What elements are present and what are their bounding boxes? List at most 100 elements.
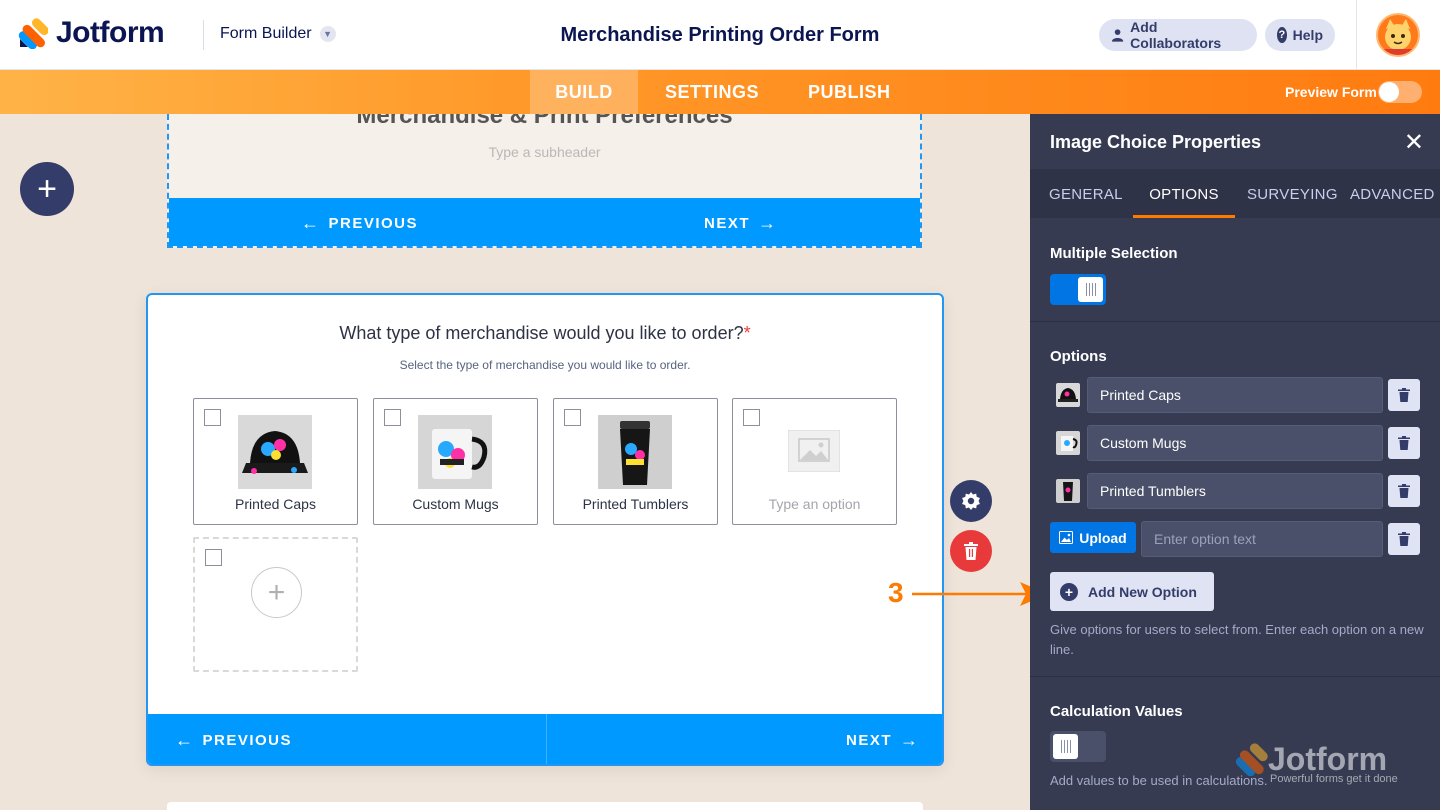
help-icon: ? [1277,27,1287,43]
tab-general[interactable]: GENERAL [1049,169,1123,218]
image-option-printed-tumblers[interactable]: Printed Tumblers [553,398,718,525]
section-heading[interactable]: Merchandise & Print Preferences [169,114,920,130]
top-bar: Jotform Form Builder ▼ Merchandise Print… [0,0,1440,70]
add-new-option-button[interactable]: + Add New Option [1050,572,1214,611]
plus-circle-icon: + [1060,582,1078,601]
option-thumbnail-tumblers [1056,479,1080,503]
add-collaborators-label: Add Collaborators [1130,19,1222,51]
trash-icon [1398,388,1410,402]
form-builder-label: Form Builder [220,25,312,42]
delete-option-button[interactable] [1388,475,1420,507]
next-button[interactable]: NEXT → [846,730,920,751]
tab-advanced[interactable]: ADVANCED [1350,169,1435,218]
grip-icon [1085,283,1096,296]
image-placeholder-icon [788,430,840,472]
image-option-printed-caps[interactable]: Printed Caps [193,398,358,525]
delete-field-button[interactable] [950,530,992,572]
mug-image-icon [418,415,492,489]
option-label: Printed Caps [235,496,316,512]
preview-form-toggle[interactable] [1378,81,1422,103]
trash-icon [1398,484,1410,498]
mug-image [418,415,492,489]
option-label: Custom Mugs [412,496,499,512]
required-mark: * [743,323,751,343]
tab-options[interactable]: OPTIONS [1133,169,1235,218]
option-checkbox[interactable] [204,409,221,426]
calculation-values-label: Calculation Values [1050,703,1183,720]
new-option-text-field[interactable]: Enter option text [1141,521,1383,557]
tab-publish[interactable]: PUBLISH [808,70,891,114]
option-checkbox[interactable] [743,409,760,426]
image-choice-field[interactable]: What type of merchandise would you like … [146,293,944,766]
previous-button[interactable]: ← PREVIOUS [175,730,292,751]
step-number-annotation: 3 [888,577,904,608]
nav-divider [546,714,547,764]
trash-icon [1398,436,1410,450]
question-sublabel[interactable]: Select the type of merchandise you would… [148,358,942,372]
upload-image-button[interactable]: Upload [1050,522,1136,553]
header-divider-right [1356,0,1357,70]
option-label-placeholder[interactable]: Type an option [733,496,896,512]
subheader-placeholder[interactable]: Type a subheader [169,144,920,160]
question-text: What type of merchandise would you like … [339,323,744,343]
arrow-right-icon: → [758,213,778,233]
previous-label: PREVIOUS [202,732,293,749]
next-button[interactable]: NEXT → [704,213,778,234]
panel-title: Image Choice Properties [1050,132,1262,152]
add-collaborators-button[interactable]: Add Collaborators [1099,19,1257,51]
question-label[interactable]: What type of merchandise would you like … [148,323,942,344]
page-navigation-bar: ← PREVIOUS NEXT → [169,198,920,246]
field-settings-button[interactable] [950,480,992,522]
properties-panel: Image Choice Properties ✕ GENERAL OPTION… [1030,114,1440,810]
section-divider [1030,321,1440,322]
builder-nav: BUILD SETTINGS PUBLISH Preview Form [0,70,1440,114]
plus-circle-icon: + [251,567,302,618]
toggle-knob [1078,277,1103,302]
avatar-image-icon [1384,19,1412,55]
add-element-button[interactable]: + [20,162,74,216]
add-image-option-tile[interactable]: + [193,537,358,672]
multiple-selection-toggle[interactable] [1050,274,1106,305]
jotform-logo-icon [18,18,48,49]
watermark-tagline: Powerful forms get it done [1270,773,1398,785]
tab-settings[interactable]: SETTINGS [665,70,759,114]
avatar[interactable] [1376,13,1420,57]
tab-surveying[interactable]: SURVEYING [1247,169,1338,218]
tumbler-thumbnail-icon [1056,479,1080,503]
arrow-right-icon: → [900,730,920,750]
upload-label: Upload [1079,529,1127,546]
page-break-section[interactable]: Merchandise & Print Preferences Type a s… [167,114,922,248]
arrow-left-icon: ← [301,213,321,233]
form-builder-dropdown[interactable]: Form Builder ▼ [220,25,336,43]
delete-option-button[interactable] [1388,523,1420,555]
jotform-logo[interactable]: Jotform [18,16,165,50]
option-text-field[interactable]: Printed Caps [1087,377,1383,413]
cap-image-icon [238,415,312,489]
brand-name: Jotform [56,16,165,49]
grip-icon [1060,740,1071,753]
next-label: NEXT [704,215,751,232]
option-checkbox[interactable] [384,409,401,426]
toggle-knob [1053,734,1078,759]
help-button[interactable]: ? Help [1265,19,1335,51]
option-thumbnail-caps [1056,383,1080,407]
option-checkbox [205,549,222,566]
option-text-field[interactable]: Printed Tumblers [1087,473,1383,509]
option-text-field[interactable]: Custom Mugs [1087,425,1383,461]
delete-option-button[interactable] [1388,379,1420,411]
cap-image [238,415,312,489]
option-checkbox[interactable] [564,409,581,426]
header-divider [203,20,204,50]
section-divider [1030,676,1440,677]
tab-build[interactable]: BUILD [530,70,638,114]
user-icon [1111,29,1124,42]
previous-button[interactable]: ← PREVIOUS [301,213,418,234]
image-option-empty[interactable]: Type an option [732,398,897,525]
image-option-custom-mugs[interactable]: Custom Mugs [373,398,538,525]
multiple-selection-label: Multiple Selection [1050,245,1178,262]
options-help-text: Give options for users to select from. E… [1050,622,1424,657]
chevron-down-icon: ▼ [319,26,336,42]
calculation-values-toggle[interactable] [1050,731,1106,762]
delete-option-button[interactable] [1388,427,1420,459]
close-icon[interactable]: ✕ [1404,128,1424,157]
